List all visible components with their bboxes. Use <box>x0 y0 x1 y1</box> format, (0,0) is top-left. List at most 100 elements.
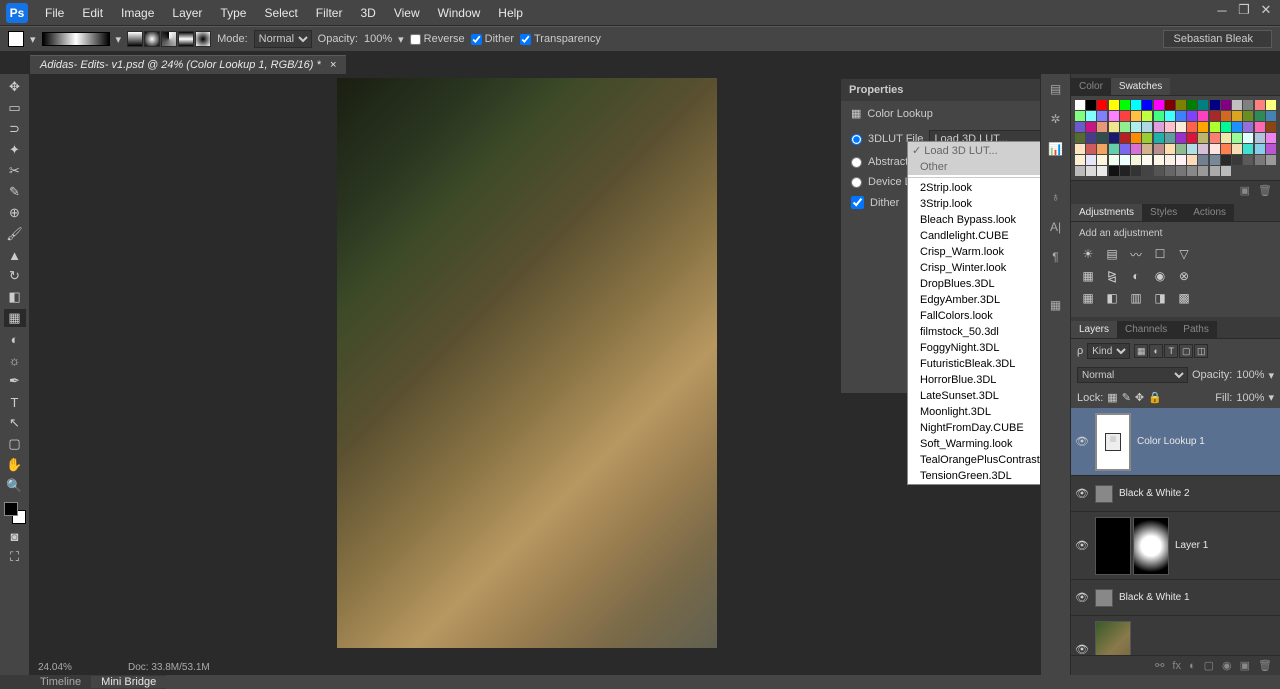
swatch[interactable] <box>1221 133 1231 143</box>
brush-panel-icon[interactable]: ¶ <box>1045 246 1067 268</box>
channel-mixer-icon[interactable]: ⊗ <box>1175 267 1193 285</box>
swatch[interactable] <box>1232 100 1242 110</box>
swatch[interactable] <box>1165 166 1175 176</box>
reverse-checkbox[interactable] <box>410 34 421 45</box>
minimize-button[interactable]: ─ <box>1212 2 1232 18</box>
layer-row[interactable]: 👁 Layer 1 <box>1071 512 1280 580</box>
lut-option[interactable]: 3Strip.look <box>908 196 1040 212</box>
swatch[interactable] <box>1210 122 1220 132</box>
swatch[interactable] <box>1075 111 1085 121</box>
shape-tool[interactable]: ▢ <box>4 435 26 453</box>
lut-option[interactable]: Soft_Warming.look <box>908 436 1040 452</box>
swatch[interactable] <box>1198 166 1208 176</box>
swatch[interactable] <box>1243 155 1253 165</box>
swatch[interactable] <box>1097 133 1107 143</box>
swatch[interactable] <box>1097 100 1107 110</box>
swatch[interactable] <box>1109 144 1119 154</box>
swatch[interactable] <box>1221 111 1231 121</box>
levels-icon[interactable]: ▤ <box>1103 245 1121 263</box>
layer-style-icon[interactable]: fx <box>1172 660 1181 672</box>
swatch[interactable] <box>1086 155 1096 165</box>
lut-option[interactable]: DropBlues.3DL <box>908 276 1040 292</box>
swatch[interactable] <box>1266 144 1276 154</box>
swatch[interactable] <box>1210 111 1220 121</box>
swatch[interactable] <box>1187 122 1197 132</box>
clone-stamp-tool[interactable]: ▲ <box>4 246 26 264</box>
properties-panel-header[interactable]: Properties <box>841 79 1040 101</box>
zoom-level[interactable]: 24.04% <box>38 662 72 673</box>
swatch[interactable] <box>1142 111 1152 121</box>
lut-option[interactable]: TealOrangePlusContrast.3DL <box>908 452 1040 468</box>
lut-option[interactable]: EdgyAmber.3DL <box>908 292 1040 308</box>
swatch[interactable] <box>1187 166 1197 176</box>
linear-gradient-button[interactable] <box>127 31 143 47</box>
3dlut-radio[interactable] <box>851 134 862 145</box>
magic-wand-tool[interactable]: ✦ <box>4 141 26 159</box>
swatch[interactable] <box>1109 166 1119 176</box>
tab-color[interactable]: Color <box>1071 78 1111 95</box>
swatch[interactable] <box>1086 111 1096 121</box>
swatch[interactable] <box>1154 133 1164 143</box>
menu-help[interactable]: Help <box>489 6 532 20</box>
new-adj-layer-icon[interactable]: ◉ <box>1222 659 1232 672</box>
angle-gradient-button[interactable] <box>161 31 177 47</box>
swatch[interactable] <box>1266 155 1276 165</box>
chevron-down-icon[interactable]: ▾ <box>398 33 404 46</box>
swatch[interactable] <box>1198 144 1208 154</box>
swatch[interactable] <box>1198 100 1208 110</box>
swatch[interactable] <box>1221 122 1231 132</box>
menu-file[interactable]: File <box>36 6 73 20</box>
swatch[interactable] <box>1154 111 1164 121</box>
layer-name[interactable]: Color Lookup 1 <box>1137 436 1205 447</box>
new-layer-icon[interactable]: ▣ <box>1240 659 1250 672</box>
swatch[interactable] <box>1131 155 1141 165</box>
tab-actions[interactable]: Actions <box>1185 204 1234 221</box>
swatch[interactable] <box>1131 100 1141 110</box>
tab-timeline[interactable]: Timeline <box>30 676 91 688</box>
swatch[interactable] <box>1266 100 1276 110</box>
history-brush-tool[interactable]: ↻ <box>4 267 26 285</box>
swatch[interactable] <box>1255 155 1265 165</box>
swatch[interactable] <box>1165 122 1175 132</box>
swatch[interactable] <box>1232 111 1242 121</box>
swatch[interactable] <box>1176 122 1186 132</box>
selective-color-icon[interactable]: ▩ <box>1175 289 1193 307</box>
lut-option[interactable]: Moonlight.3DL <box>908 404 1040 420</box>
swatch[interactable] <box>1154 144 1164 154</box>
curves-icon[interactable]: 〰 <box>1127 245 1145 263</box>
swatch[interactable] <box>1221 100 1231 110</box>
swatch[interactable] <box>1266 111 1276 121</box>
swatch[interactable] <box>1266 133 1276 143</box>
menu-select[interactable]: Select <box>255 6 306 20</box>
reflected-gradient-button[interactable] <box>178 31 194 47</box>
swatch[interactable] <box>1210 155 1220 165</box>
swatch[interactable] <box>1109 155 1119 165</box>
radial-gradient-button[interactable] <box>144 31 160 47</box>
chevron-down-icon[interactable]: ▾ <box>1268 391 1274 404</box>
swatch[interactable] <box>1120 166 1130 176</box>
lasso-tool[interactable]: ⊃ <box>4 120 26 138</box>
swatch[interactable] <box>1255 100 1265 110</box>
swatch[interactable] <box>1131 133 1141 143</box>
swatch[interactable] <box>1187 155 1197 165</box>
lut-option-other[interactable]: Other <box>908 159 1040 175</box>
move-tool[interactable]: ✥ <box>4 78 26 96</box>
layer-blend-select[interactable]: Normal <box>1077 367 1188 383</box>
lock-transparency-icon[interactable]: ▦ <box>1107 391 1117 404</box>
filter-pixel-icon[interactable]: ▦ <box>1134 344 1148 358</box>
clone-source-icon[interactable]: ▦ <box>1045 294 1067 316</box>
canvas-area[interactable]: 24.04% Doc: 33.8M/53.1M Properties ▦ Col… <box>30 74 1040 675</box>
filter-type-icon[interactable]: T <box>1164 344 1178 358</box>
layer-thumb[interactable] <box>1095 621 1131 656</box>
swatch[interactable] <box>1210 166 1220 176</box>
swatch[interactable] <box>1075 122 1085 132</box>
swatch[interactable] <box>1221 166 1231 176</box>
screen-mode-tool[interactable]: ⛶ <box>4 548 26 566</box>
swatch[interactable] <box>1198 122 1208 132</box>
swatch[interactable] <box>1075 100 1085 110</box>
swatch[interactable] <box>1221 144 1231 154</box>
swatch[interactable] <box>1154 166 1164 176</box>
menu-3d[interactable]: 3D <box>351 6 384 20</box>
delete-layer-icon[interactable]: 🗑 <box>1258 659 1272 672</box>
brush-tool[interactable]: 🖌 <box>4 225 26 243</box>
